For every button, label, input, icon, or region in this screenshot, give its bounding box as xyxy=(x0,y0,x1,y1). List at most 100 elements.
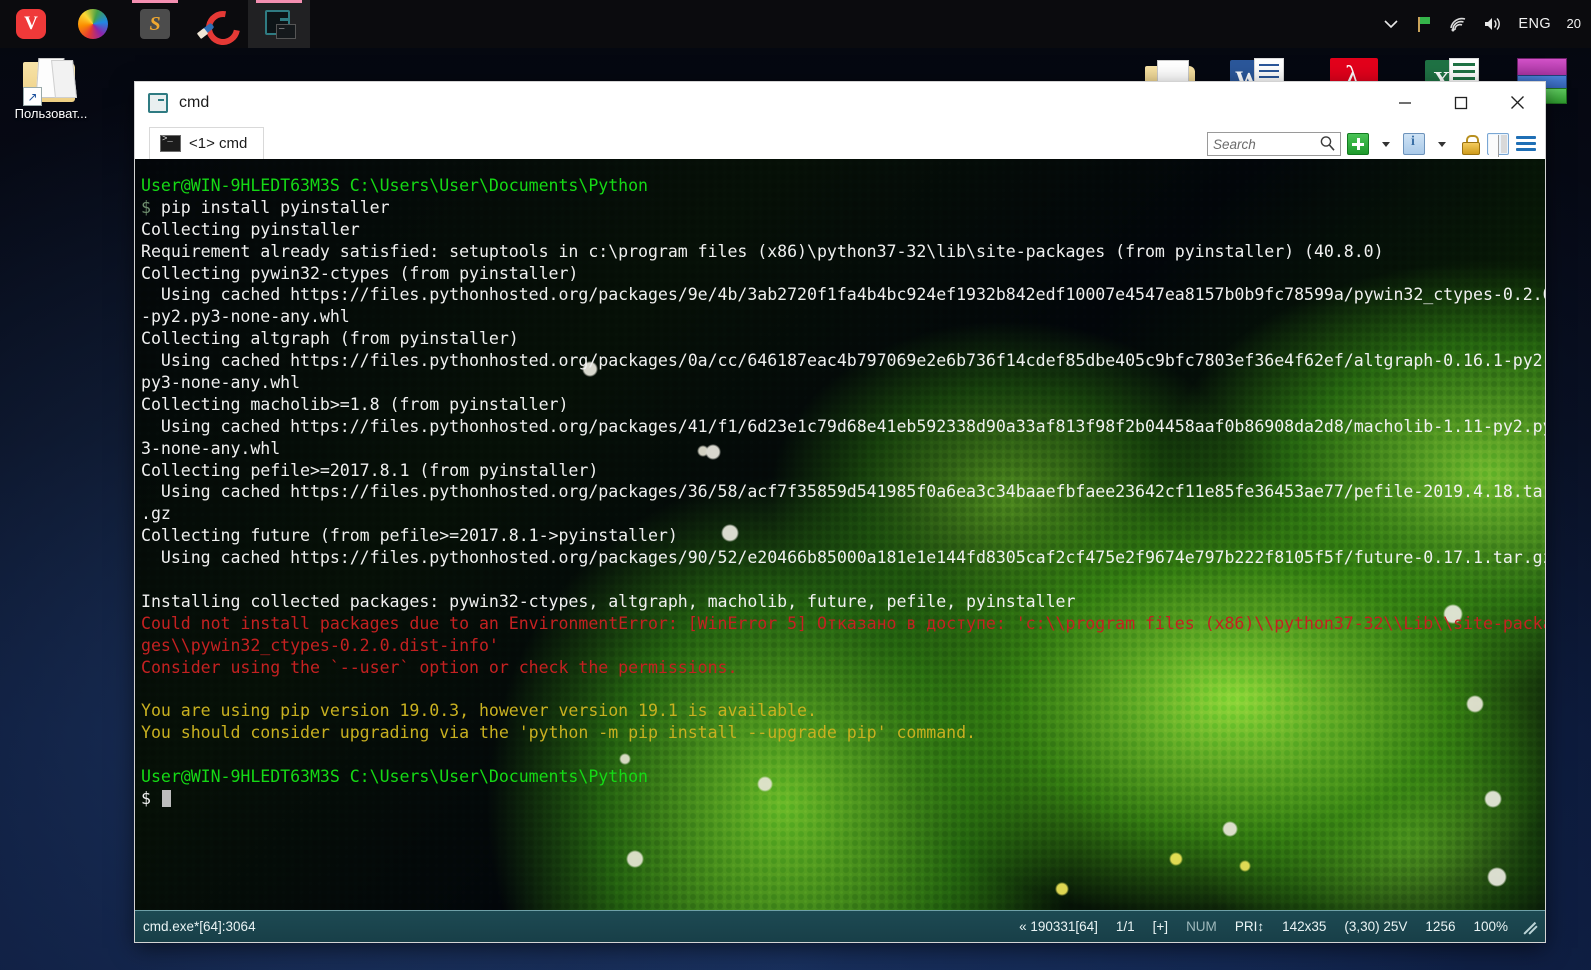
shortcut-arrow-icon: ↗ xyxy=(23,87,42,106)
info-icon xyxy=(1403,133,1425,155)
tab-bar: <1> cmd xyxy=(135,123,1545,159)
taskbar-item-sublime-text[interactable]: S xyxy=(124,0,186,48)
terminal-line: Using cached https://files.pythonhosted.… xyxy=(141,351,1545,371)
terminal-line: Consider using the `--user` option or ch… xyxy=(141,657,738,677)
terminal-line: py3-none-any.whl xyxy=(141,373,301,393)
status-item: (3,30) 25V xyxy=(1344,919,1408,934)
tab-label: <1> cmd xyxy=(189,135,248,152)
close-button[interactable] xyxy=(1489,82,1545,123)
taskbar-highlight-bar xyxy=(256,0,302,3)
info-dropdown[interactable] xyxy=(1431,133,1453,155)
system-tray: ENG 20 xyxy=(1382,14,1591,34)
lock-icon xyxy=(1462,135,1480,155)
terminal-line: Installing collected packages: pywin32-c… xyxy=(141,591,1076,611)
taskbar-item-rainbow-app[interactable] xyxy=(62,0,124,48)
search-icon[interactable] xyxy=(1319,135,1336,157)
desktop-icon-users-folder[interactable]: ↗ Пользоват... xyxy=(5,58,97,121)
status-item: [+] xyxy=(1152,919,1169,934)
terminal-line: ges\\pywin32_ctypes-0.2.0.dist-info' xyxy=(141,635,499,655)
taskbar-item-vivaldi[interactable]: V xyxy=(0,0,62,48)
menu-button[interactable] xyxy=(1515,133,1537,155)
split-pane-icon xyxy=(1487,133,1509,157)
new-console-dropdown[interactable] xyxy=(1375,133,1397,155)
terminal-area[interactable]: User@WIN-9HLEDT63M3S C:\Users\User\Docum… xyxy=(135,159,1545,910)
terminal-line: Collecting future (from pefile>=2017.8.1… xyxy=(141,526,678,546)
terminal-line: $ xyxy=(141,788,1545,810)
tray-clock[interactable]: 20 xyxy=(1565,17,1581,31)
split-pane-button[interactable] xyxy=(1487,133,1509,157)
volume-icon[interactable] xyxy=(1482,15,1504,33)
terminal-line: 3-none-any.whl xyxy=(141,438,281,458)
terminal-line: $ pip install pyinstaller xyxy=(141,197,390,217)
hamburger-menu-icon xyxy=(1516,135,1536,153)
chevron-down-icon xyxy=(1438,141,1446,147)
maximize-button[interactable] xyxy=(1433,82,1489,123)
terminal-line: .gz xyxy=(141,504,171,524)
lock-button[interactable] xyxy=(1459,133,1481,155)
terminal-line: User@WIN-9HLEDT63M3S C:\Users\User\Docum… xyxy=(141,176,648,195)
conemu-app-icon xyxy=(147,92,169,114)
terminal-line: Collecting pywin32-ctypes (from pyinstal… xyxy=(141,263,579,283)
wifi-icon[interactable] xyxy=(1448,15,1468,33)
desktop-icon-label: Пользоват... xyxy=(14,106,88,121)
taskbar: V S _ ENG 20 xyxy=(0,0,1591,52)
sublime-text-icon: S xyxy=(140,9,170,39)
terminal-line: Collecting pyinstaller xyxy=(141,219,360,239)
screen: V S xyxy=(0,0,1591,970)
status-process: cmd.exe*[64]:3064 xyxy=(143,919,256,934)
taskbar-highlight-bar xyxy=(132,0,178,3)
terminal-cursor xyxy=(161,789,171,807)
info-button[interactable] xyxy=(1403,133,1425,155)
folder-icon: ↗ xyxy=(23,58,79,106)
minimize-button[interactable] xyxy=(1377,82,1433,123)
status-bar: cmd.exe*[64]:3064 « 190331[64] 1/1 [+] NUM P… xyxy=(135,910,1545,942)
tab-cmd[interactable]: <1> cmd xyxy=(149,127,265,159)
terminal-line: You should consider upgrading via the 'p… xyxy=(141,723,976,743)
terminal-line: Using cached https://files.pythonhosted.… xyxy=(141,285,1545,305)
taskbar-items: V S xyxy=(0,0,310,52)
plus-icon xyxy=(1347,133,1369,155)
search-box[interactable] xyxy=(1207,132,1341,156)
window-title: cmd xyxy=(179,93,210,111)
terminal-line: Collecting altgraph (from pyinstaller) xyxy=(141,329,519,349)
console-icon xyxy=(160,134,181,152)
chevron-down-icon xyxy=(1382,141,1390,147)
language-indicator[interactable]: ENG xyxy=(1518,16,1551,32)
conemu-icon xyxy=(264,9,296,39)
terminal-line: Could not install packages due to an Env… xyxy=(141,613,1545,633)
terminal-line: Using cached https://files.pythonhosted.… xyxy=(141,416,1545,436)
terminal-line: User@WIN-9HLEDT63M3S C:\Users\User\Docum… xyxy=(141,767,648,787)
window-controls xyxy=(1377,82,1545,123)
taskbar-item-conemu[interactable] xyxy=(248,0,310,48)
chevron-up-icon[interactable] xyxy=(1382,15,1400,33)
new-console-button[interactable] xyxy=(1347,133,1369,155)
ccleaner-icon xyxy=(196,4,247,52)
rainbow-sphere-icon xyxy=(78,9,108,39)
status-item: PRI↕ xyxy=(1234,919,1265,934)
titlebar-left: cmd xyxy=(135,92,209,114)
terminal-line: -py2.py3-none-any.whl xyxy=(141,307,350,327)
status-item: 100% xyxy=(1473,919,1508,934)
search-input[interactable] xyxy=(1208,134,1315,154)
vivaldi-icon: V xyxy=(16,9,46,39)
status-item: « 190331[64] xyxy=(1019,919,1098,934)
status-items: « 190331[64] 1/1 [+] NUM PRI↕ 142x35 (3,30) 25… xyxy=(1010,919,1521,934)
terminal-line: Collecting macholib>=1.8 (from pyinstall… xyxy=(141,394,569,414)
status-item: 1256 xyxy=(1425,919,1456,934)
resize-grip[interactable] xyxy=(1523,918,1541,936)
conemu-toolbar xyxy=(1207,132,1545,159)
terminal-line: Collecting pefile>=2017.8.1 (from pyinst… xyxy=(141,460,599,480)
terminal-line: Using cached https://files.pythonhosted.… xyxy=(141,482,1545,502)
flag-icon[interactable] xyxy=(1414,14,1434,34)
taskbar-item-ccleaner[interactable] xyxy=(186,0,248,52)
status-item: 142x35 xyxy=(1282,919,1327,934)
terminal-line: Using cached https://files.pythonhosted.… xyxy=(141,548,1545,568)
terminal-line: Requirement already satisfied: setuptool… xyxy=(141,241,1384,261)
status-item: NUM xyxy=(1186,919,1217,934)
conemu-window: cmd <1> cmd xyxy=(135,82,1545,942)
window-titlebar[interactable]: cmd xyxy=(135,82,1545,123)
terminal-line: You are using pip version 19.0.3, howeve… xyxy=(141,701,817,721)
terminal-output: User@WIN-9HLEDT63M3S C:\Users\User\Docum… xyxy=(141,175,1545,910)
